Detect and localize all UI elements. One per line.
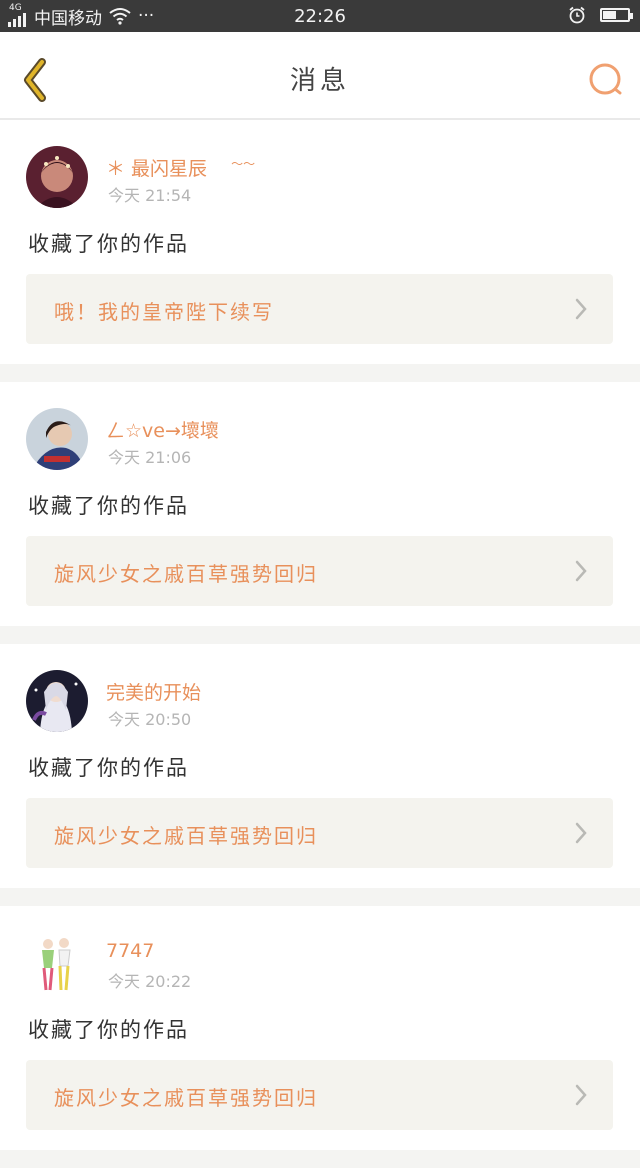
message-time: 今天 21:54 [108, 186, 192, 205]
username[interactable]: ＊ 最闪星辰 ～～ [106, 154, 255, 181]
message-time: 今天 20:22 [108, 972, 192, 991]
work-title: 哦！我的皇帝陛下续写 [54, 300, 274, 324]
chevron-right-icon [575, 298, 587, 320]
username[interactable]: 7747 [106, 940, 154, 962]
battery-level [603, 11, 616, 19]
app-header: 消息 [0, 32, 640, 120]
status-bar: 4G 中国移动 ··· 22:26 [0, 0, 640, 32]
message-action: 收藏了你的作品 [28, 1018, 189, 1042]
chevron-right-icon [575, 822, 587, 844]
work-link[interactable]: 旋风少女之戚百草强势回归 [26, 536, 613, 606]
chevron-right-icon [575, 560, 587, 582]
work-link[interactable]: 旋风少女之戚百草强势回归 [26, 798, 613, 868]
message-time: 今天 21:06 [108, 448, 192, 467]
work-link[interactable]: 旋风少女之戚百草强势回归 [26, 1060, 613, 1130]
chevron-right-icon [575, 1084, 587, 1106]
page-title: 消息 [289, 66, 350, 96]
username[interactable]: 完美的开始 [106, 678, 201, 705]
message-list: ＊ 最闪星辰 ～～ 今天 21:54 收藏了你的作品 哦！我的皇帝陛下续写 ㄥ☆… [0, 120, 640, 1168]
avatar[interactable] [26, 932, 88, 994]
search-icon [589, 63, 622, 95]
message-action: 收藏了你的作品 [28, 756, 189, 780]
search-button[interactable] [588, 62, 624, 98]
message-action: 收藏了你的作品 [28, 232, 189, 256]
work-title: 旋风少女之戚百草强势回归 [54, 824, 318, 848]
work-title: 旋风少女之戚百草强势回归 [54, 1086, 318, 1110]
status-time: 22:26 [294, 6, 346, 27]
message-item: ＊ 最闪星辰 ～～ 今天 21:54 收藏了你的作品 哦！我的皇帝陛下续写 [0, 120, 640, 364]
battery-icon [600, 8, 633, 22]
avatar[interactable] [26, 146, 88, 208]
message-item: 完美的开始 今天 20:50 收藏了你的作品 旋风少女之戚百草强势回归 [0, 644, 640, 888]
avatar[interactable] [26, 670, 88, 732]
alarm-icon [569, 6, 585, 24]
message-action: 收藏了你的作品 [28, 494, 189, 518]
username-text: ＊ 最闪星辰 [106, 158, 208, 180]
avatar[interactable] [26, 408, 88, 470]
message-item: 7747 今天 20:22 收藏了你的作品 旋风少女之戚百草强势回归 [0, 906, 640, 1150]
message-item: ㄥ☆ve→壞壞 今天 21:06 收藏了你的作品 旋风少女之戚百草强势回归 [0, 382, 640, 626]
username[interactable]: ㄥ☆ve→壞壞 [106, 416, 219, 443]
work-link[interactable]: 哦！我的皇帝陛下续写 [26, 274, 613, 344]
work-title: 旋风少女之戚百草强势回归 [54, 562, 318, 586]
username-decoration: ～～ [231, 156, 256, 171]
message-time: 今天 20:50 [108, 710, 192, 729]
